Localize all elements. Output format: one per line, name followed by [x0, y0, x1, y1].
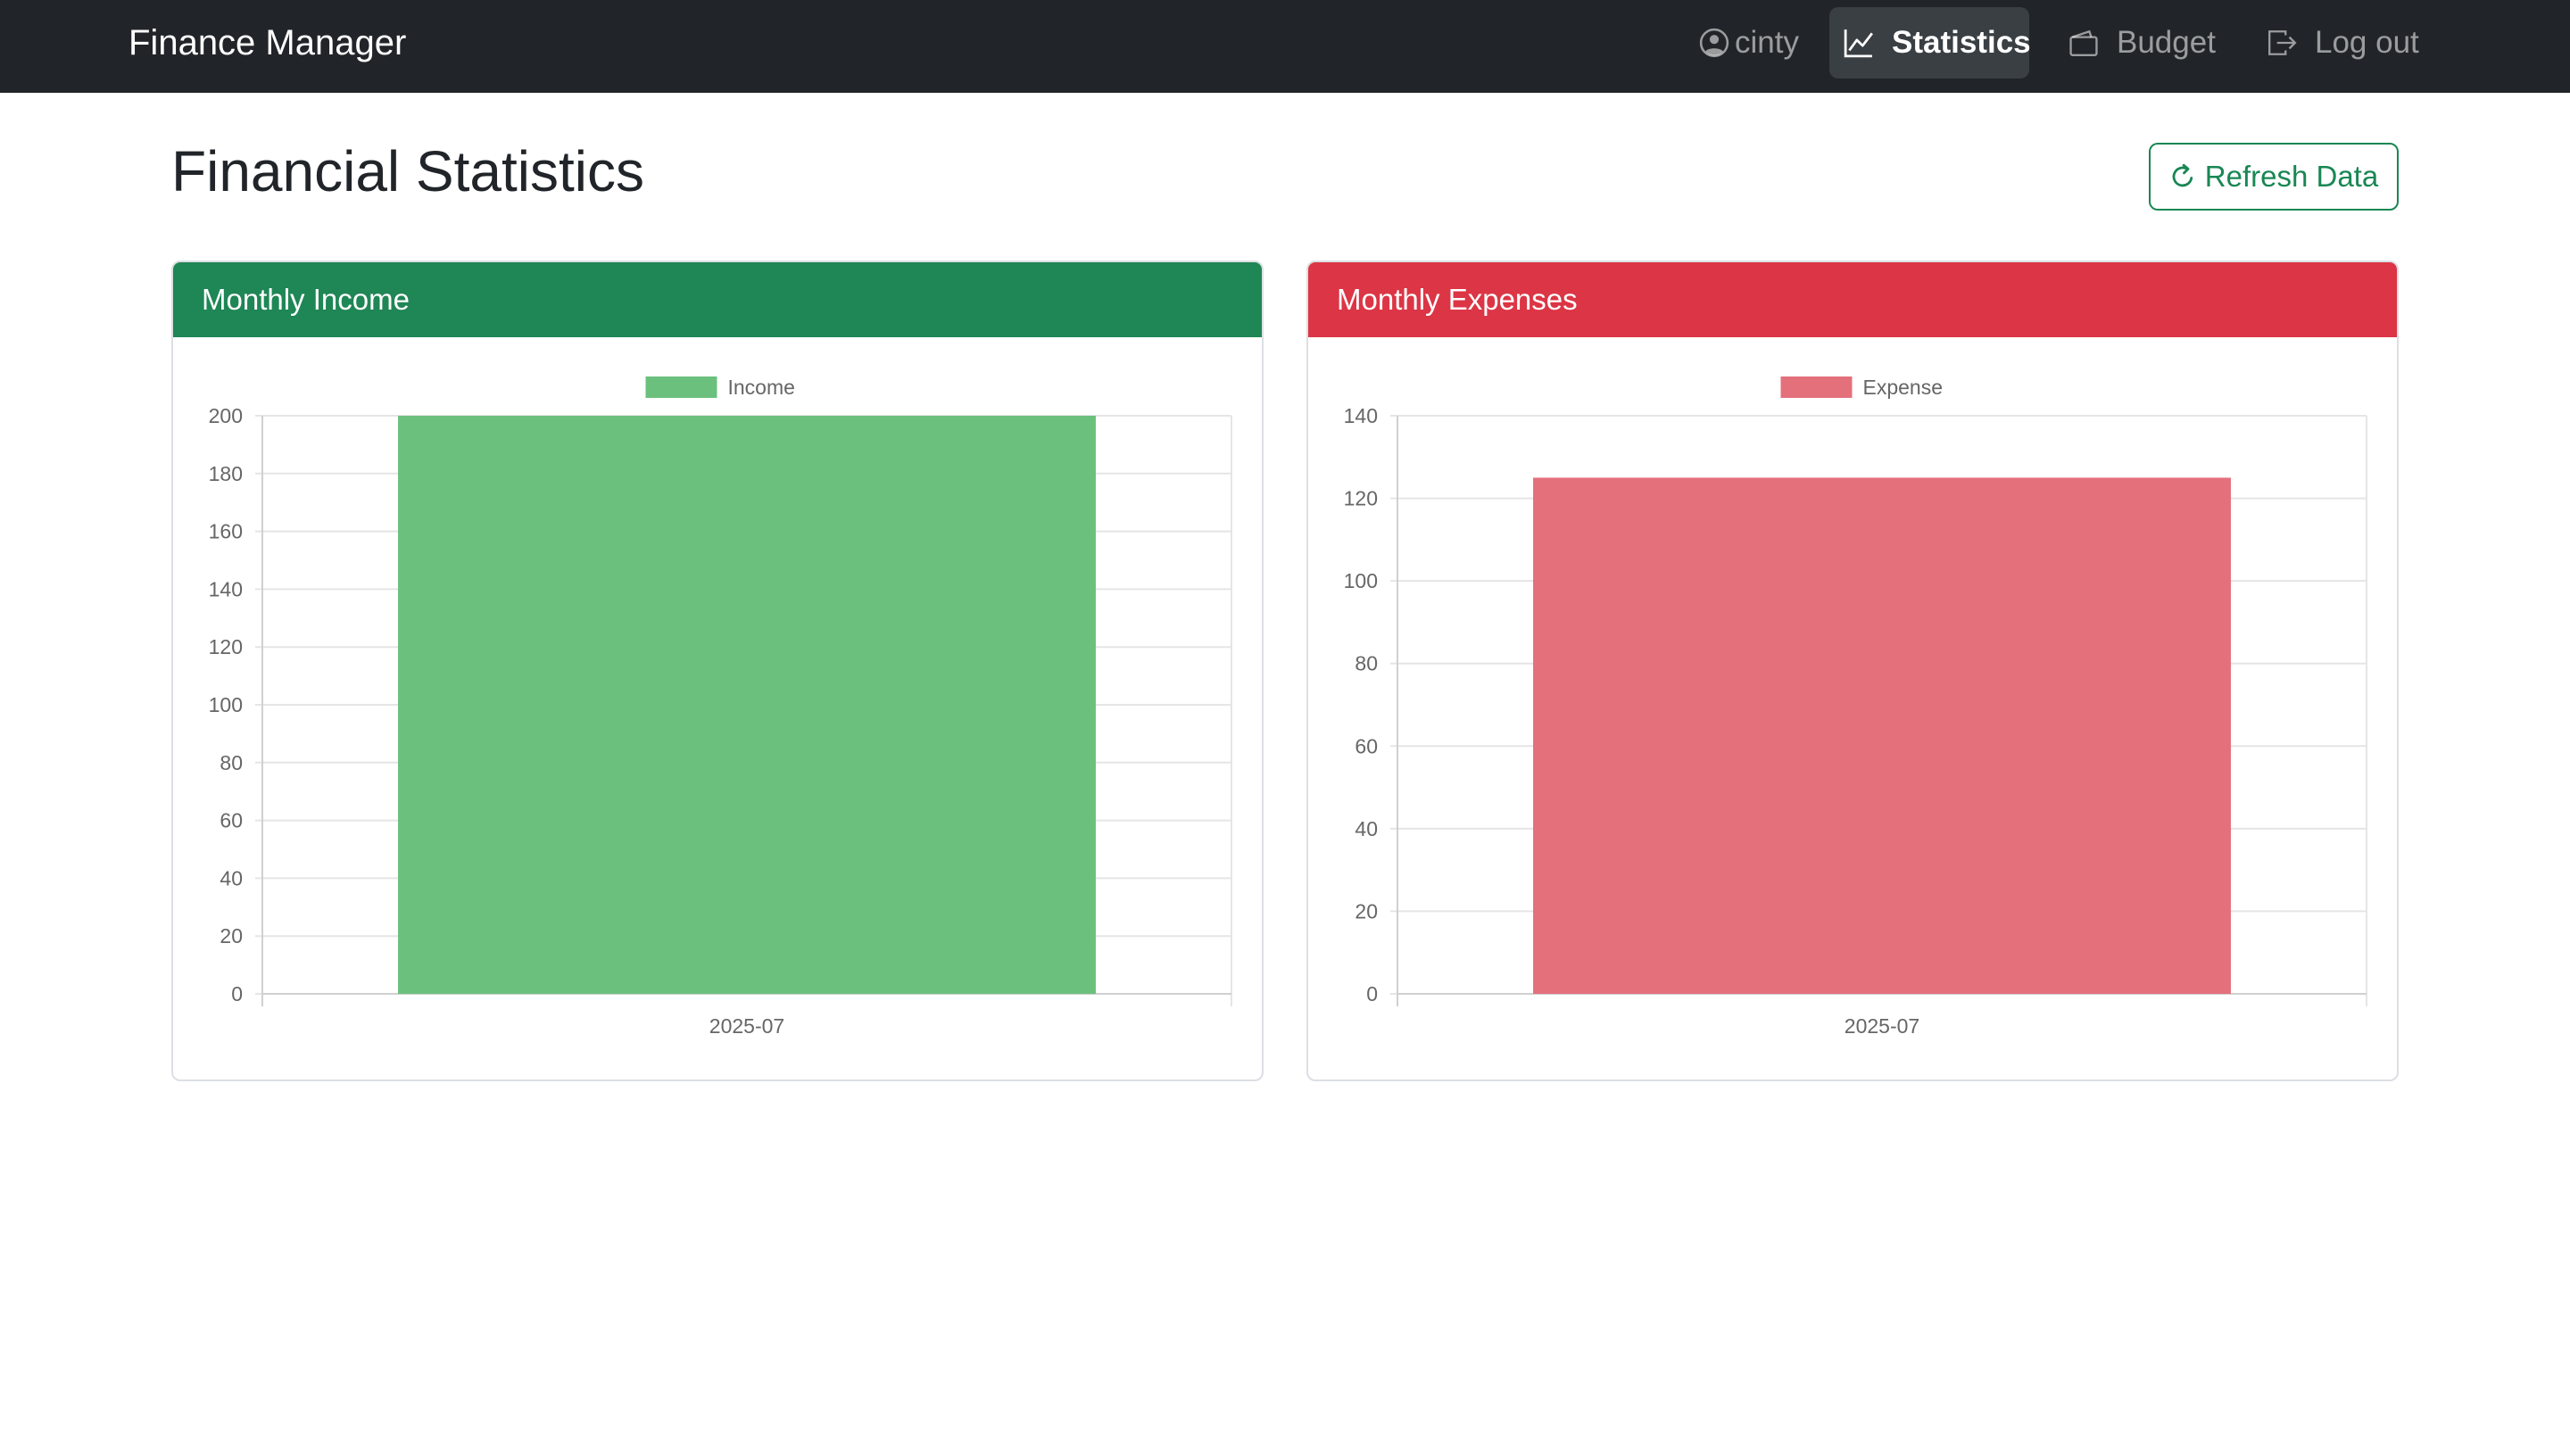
nav-logout-label: Log out	[2315, 25, 2419, 60]
top-navbar: Finance Manager cinty Statistics Budget …	[0, 0, 2570, 93]
income-y-tick-label: 80	[220, 751, 243, 774]
nav-user-label: cinty	[1735, 25, 1799, 60]
nav-budget[interactable]: Budget	[2067, 7, 2217, 79]
arrow-clockwise-icon	[2172, 163, 2193, 187]
income-y-tick-label: 120	[209, 635, 243, 658]
expense-y-tick-label: 20	[1355, 899, 1378, 922]
income-y-tick-label: 180	[209, 462, 243, 485]
income-y-tick-label: 140	[209, 577, 243, 600]
income-legend-swatch	[645, 376, 717, 398]
nav-logout[interactable]: Log out	[2265, 7, 2419, 79]
refresh-data-button[interactable]: Refresh Data	[2149, 143, 2399, 211]
monthly-income-card: Monthly Income Income 0 20 40 60 80 100 120 140 1…	[171, 261, 1264, 1081]
income-chart: Income 0 20 40 60 80 100 120 140 160 180 200 2025-07	[209, 376, 1232, 1038]
income-legend-label: Income	[728, 376, 795, 399]
income-bar	[398, 416, 1096, 994]
expense-bar	[1533, 477, 2231, 994]
income-y-tick-label: 60	[220, 809, 243, 832]
graph-up-icon	[1844, 29, 1873, 58]
monthly-expenses-card: Monthly Expenses Expense 0 20 40 60 80 100 120 1…	[1306, 261, 2399, 1081]
income-legend: Income	[645, 376, 795, 399]
expense-x-tick-label: 2025-07	[1845, 1014, 1919, 1038]
box-arrow-right-icon	[2268, 30, 2297, 55]
income-y-tick-label: 160	[209, 520, 243, 543]
monthly-income-header: Monthly Income	[173, 262, 1262, 337]
expense-y-tick-label: 140	[1344, 404, 1378, 427]
nav-budget-label: Budget	[2117, 25, 2216, 60]
expense-legend-swatch	[1780, 376, 1853, 398]
monthly-expenses-header: Monthly Expenses	[1308, 262, 2397, 337]
expense-y-tick-label: 80	[1355, 652, 1378, 675]
page-title: Financial Statistics	[171, 139, 644, 203]
expense-y-tick-label: 60	[1355, 734, 1378, 757]
income-x-tick-label: 2025-07	[709, 1014, 784, 1038]
expense-legend: Expense	[1780, 376, 1944, 399]
income-y-tick-label: 20	[220, 924, 243, 947]
income-y-tick-label: 200	[209, 404, 243, 427]
income-y-tick-label: 40	[220, 866, 243, 889]
expense-y-tick-label: 100	[1344, 569, 1378, 592]
wallet-icon	[2069, 29, 2098, 56]
nav-user[interactable]: cinty	[1697, 7, 1819, 79]
person-circle-icon	[1699, 28, 1729, 58]
nav-statistics[interactable]: Statistics	[1829, 7, 2031, 79]
expense-y-tick-label: 40	[1355, 817, 1378, 840]
income-y-tick-label: 0	[231, 982, 243, 1005]
refresh-data-label: Refresh Data	[2204, 160, 2379, 193]
expense-y-tick-label: 120	[1344, 487, 1378, 510]
brand-link[interactable]: Finance Manager	[128, 0, 406, 86]
nav-statistics-label: Statistics	[1892, 25, 2031, 60]
income-y-tick-label: 100	[209, 693, 243, 716]
expense-chart: Expense 0 20 40 60 80 100 120 140 2025-07	[1344, 376, 2367, 1038]
expense-y-tick-label: 0	[1366, 982, 1378, 1005]
expense-legend-label: Expense	[1863, 376, 1944, 399]
